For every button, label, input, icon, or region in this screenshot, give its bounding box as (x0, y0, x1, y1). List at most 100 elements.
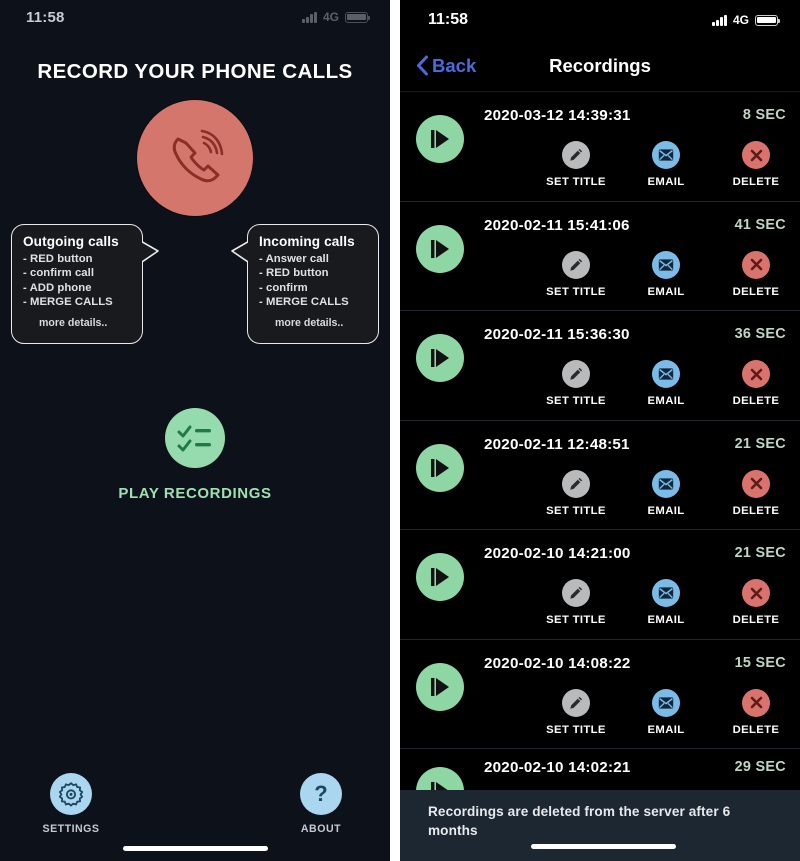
recording-date: 2020-02-11 15:36:30 (484, 326, 630, 343)
email-icon-circle (652, 360, 680, 388)
pencil-icon (570, 477, 583, 490)
delete-icon-circle (742, 250, 770, 279)
email-button[interactable]: EMAIL (632, 469, 700, 517)
play-recording-button[interactable] (416, 553, 464, 601)
home-indicator[interactable] (530, 844, 676, 849)
set-title-label: SET TITLE (546, 504, 606, 517)
delete-button[interactable]: DELETE (722, 579, 790, 626)
set-title-icon-circle (562, 360, 590, 388)
recording-date: 2020-02-10 14:02:21 (484, 759, 631, 776)
email-button[interactable]: EMAIL (632, 579, 700, 626)
signal-bars-icon (302, 11, 317, 23)
recording-row[interactable]: 2020-03-12 14:39:31 8 SEC SET TITLE EMAIL DE… (400, 92, 800, 202)
set-title-button[interactable]: SET TITLE (542, 469, 610, 517)
callout-incoming-calls[interactable]: Incoming calls - Answer call - RED butto… (231, 224, 379, 344)
recording-actions: SET TITLE EMAIL DELETE (542, 360, 790, 407)
recording-row[interactable]: 2020-02-10 14:21:00 21 SEC SET TITLE EMAIL D… (400, 530, 800, 640)
more-details-link[interactable]: more details.. (259, 317, 368, 329)
play-recordings-button[interactable] (165, 408, 225, 468)
dual-phone-screenshot: 11:58 4G RECORD YOUR PHONE CALLS Outgoin… (0, 0, 800, 861)
email-label: EMAIL (647, 614, 685, 626)
set-title-icon-circle (562, 250, 590, 279)
set-title-button[interactable]: SET TITLE (542, 360, 610, 407)
home-indicator[interactable] (122, 846, 268, 851)
recording-row[interactable]: 2020-02-10 14:08:22 15 SEC SET TITLE EMAIL D… (400, 640, 800, 749)
page-title: RECORD YOUR PHONE CALLS (37, 60, 353, 83)
right-phone-screen: 11:58 4G Back Recordings 2020-03-12 14:3… (400, 0, 800, 861)
question-mark-icon: ? (314, 781, 327, 806)
network-type-label: 4G (732, 13, 749, 27)
recording-row[interactable]: 2020-02-11 12:48:51 21 SEC SET TITLE EMAIL D… (400, 421, 800, 530)
delete-icon-circle (742, 688, 770, 717)
recording-duration: 41 SEC (734, 216, 786, 233)
record-call-button[interactable] (137, 100, 253, 216)
set-title-icon-circle (562, 579, 590, 607)
about-label: ABOUT (300, 823, 342, 835)
email-button[interactable]: EMAIL (632, 688, 700, 736)
more-details-link[interactable]: more details.. (23, 317, 132, 329)
email-button[interactable]: EMAIL (632, 141, 700, 188)
back-button[interactable]: Back (416, 55, 476, 77)
play-recordings-label: PLAY RECORDINGS (118, 485, 272, 502)
recordings-list[interactable]: 2020-03-12 14:39:31 8 SEC SET TITLE EMAIL DE… (400, 92, 800, 861)
callout-line: - ADD phone (23, 281, 92, 294)
status-indicators: 4G (712, 13, 781, 27)
set-title-icon-circle (562, 141, 590, 169)
about-button[interactable]: ? ABOUT (288, 773, 354, 835)
play-icon (431, 349, 449, 367)
recording-row[interactable]: 2020-02-11 15:41:06 41 SEC SET TITLE EMAIL D… (400, 202, 800, 311)
play-recording-button[interactable] (416, 224, 464, 273)
callout-heading: Outgoing calls (23, 234, 119, 249)
callout-tail-left (229, 239, 249, 265)
set-title-button[interactable]: SET TITLE (542, 141, 610, 188)
screen-divider (390, 0, 400, 861)
recording-duration: 8 SEC (742, 107, 786, 123)
x-circle-icon (750, 696, 762, 709)
email-button[interactable]: EMAIL (632, 250, 700, 298)
delete-button[interactable]: DELETE (722, 688, 790, 736)
delete-button[interactable]: DELETE (722, 250, 790, 298)
battery-icon (755, 14, 781, 26)
delete-button[interactable]: DELETE (722, 141, 790, 188)
delete-label: DELETE (732, 504, 780, 517)
delete-button[interactable]: DELETE (722, 469, 790, 517)
play-icon (431, 568, 449, 586)
set-title-button[interactable]: SET TITLE (542, 688, 610, 736)
x-circle-icon (750, 258, 762, 271)
callout-outgoing-calls[interactable]: Outgoing calls - RED button - confirm ca… (11, 224, 159, 344)
play-recording-button[interactable] (416, 443, 464, 492)
envelope-icon (658, 587, 674, 599)
recording-row[interactable]: 2020-02-11 15:36:30 36 SEC SET TITLE EMAIL D… (400, 311, 800, 421)
set-title-label: SET TITLE (546, 176, 606, 188)
checklist-icon (177, 425, 211, 452)
phone-call-icon (172, 129, 224, 183)
envelope-icon (658, 149, 674, 161)
email-icon-circle (652, 141, 680, 169)
play-recording-button[interactable] (416, 334, 464, 382)
recording-duration: 15 SEC (734, 654, 786, 671)
x-circle-icon (750, 149, 762, 161)
play-icon (431, 677, 449, 696)
settings-button[interactable]: SETTINGS (38, 773, 104, 835)
play-recording-button[interactable] (416, 115, 464, 163)
play-recordings-section[interactable]: PLAY RECORDINGS (0, 408, 390, 502)
callout-tail-right (141, 239, 161, 265)
email-button[interactable]: EMAIL (632, 360, 700, 407)
play-icon (431, 239, 449, 258)
signal-bars-icon (712, 14, 727, 26)
set-title-button[interactable]: SET TITLE (542, 579, 610, 626)
footer-note-text: Recordings are deleted from the server a… (428, 804, 731, 838)
set-title-button[interactable]: SET TITLE (542, 250, 610, 298)
footer-note: Recordings are deleted from the server a… (400, 790, 800, 861)
back-label: Back (432, 54, 477, 76)
envelope-icon (658, 477, 674, 490)
pencil-icon (570, 586, 583, 599)
callout-line: - RED button (259, 267, 329, 280)
set-title-icon-circle (562, 469, 590, 498)
x-circle-icon (750, 477, 762, 490)
delete-icon-circle (742, 141, 770, 169)
x-circle-icon (750, 587, 762, 599)
play-recording-button[interactable] (416, 662, 464, 711)
status-time: 11:58 (26, 8, 65, 26)
delete-button[interactable]: DELETE (722, 360, 790, 407)
